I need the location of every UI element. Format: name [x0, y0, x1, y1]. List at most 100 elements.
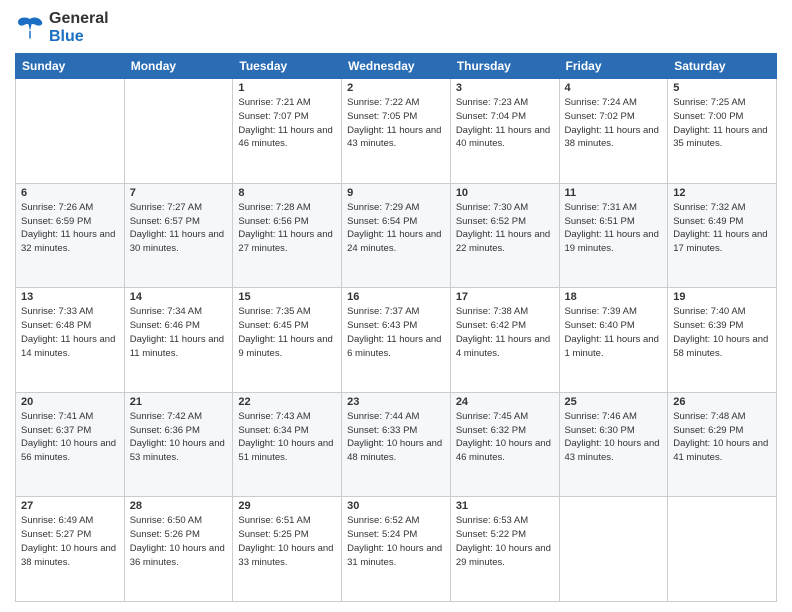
daylight-text: Daylight: 10 hours and 38 minutes. [21, 542, 119, 570]
daylight-text: Daylight: 11 hours and 32 minutes. [21, 228, 119, 256]
calendar-cell: 27 Sunrise: 6:49 AM Sunset: 5:27 PM Dayl… [16, 497, 125, 602]
day-number: 23 [347, 396, 445, 408]
logo-bird-icon [15, 13, 45, 43]
sunset-text: Sunset: 6:42 PM [456, 319, 554, 333]
calendar-cell: 8 Sunrise: 7:28 AM Sunset: 6:56 PM Dayli… [233, 183, 342, 288]
day-number: 5 [673, 82, 771, 94]
sunrise-text: Sunrise: 7:35 AM [238, 305, 336, 319]
sunrise-text: Sunrise: 7:48 AM [673, 410, 771, 424]
sunset-text: Sunset: 7:00 PM [673, 110, 771, 124]
day-info: Sunrise: 7:42 AM Sunset: 6:36 PM Dayligh… [130, 410, 228, 465]
day-number: 16 [347, 291, 445, 303]
day-number: 1 [238, 82, 336, 94]
day-info: Sunrise: 7:45 AM Sunset: 6:32 PM Dayligh… [456, 410, 554, 465]
sunset-text: Sunset: 6:37 PM [21, 424, 119, 438]
sunrise-text: Sunrise: 7:46 AM [565, 410, 663, 424]
calendar-cell: 24 Sunrise: 7:45 AM Sunset: 6:32 PM Dayl… [450, 392, 559, 497]
sunrise-text: Sunrise: 7:24 AM [565, 96, 663, 110]
sunset-text: Sunset: 6:30 PM [565, 424, 663, 438]
sunrise-text: Sunrise: 7:44 AM [347, 410, 445, 424]
day-number: 8 [238, 187, 336, 199]
sunset-text: Sunset: 6:40 PM [565, 319, 663, 333]
day-info: Sunrise: 7:22 AM Sunset: 7:05 PM Dayligh… [347, 96, 445, 151]
sunset-text: Sunset: 6:43 PM [347, 319, 445, 333]
day-number: 27 [21, 500, 119, 512]
daylight-text: Daylight: 10 hours and 29 minutes. [456, 542, 554, 570]
sunset-text: Sunset: 6:57 PM [130, 215, 228, 229]
day-number: 29 [238, 500, 336, 512]
sunrise-text: Sunrise: 7:37 AM [347, 305, 445, 319]
day-info: Sunrise: 6:53 AM Sunset: 5:22 PM Dayligh… [456, 514, 554, 569]
sunset-text: Sunset: 6:56 PM [238, 215, 336, 229]
daylight-text: Daylight: 11 hours and 43 minutes. [347, 124, 445, 152]
day-number: 25 [565, 396, 663, 408]
day-number: 20 [21, 396, 119, 408]
daylight-text: Daylight: 11 hours and 24 minutes. [347, 228, 445, 256]
sunrise-text: Sunrise: 7:25 AM [673, 96, 771, 110]
daylight-text: Daylight: 11 hours and 38 minutes. [565, 124, 663, 152]
day-info: Sunrise: 7:34 AM Sunset: 6:46 PM Dayligh… [130, 305, 228, 360]
day-info: Sunrise: 7:48 AM Sunset: 6:29 PM Dayligh… [673, 410, 771, 465]
sunrise-text: Sunrise: 7:34 AM [130, 305, 228, 319]
daylight-text: Daylight: 11 hours and 17 minutes. [673, 228, 771, 256]
sunrise-text: Sunrise: 7:28 AM [238, 201, 336, 215]
day-number: 14 [130, 291, 228, 303]
day-info: Sunrise: 7:39 AM Sunset: 6:40 PM Dayligh… [565, 305, 663, 360]
day-info: Sunrise: 6:50 AM Sunset: 5:26 PM Dayligh… [130, 514, 228, 569]
day-info: Sunrise: 7:32 AM Sunset: 6:49 PM Dayligh… [673, 201, 771, 256]
day-number: 12 [673, 187, 771, 199]
calendar-cell: 11 Sunrise: 7:31 AM Sunset: 6:51 PM Dayl… [559, 183, 668, 288]
calendar-cell: 7 Sunrise: 7:27 AM Sunset: 6:57 PM Dayli… [124, 183, 233, 288]
sunrise-text: Sunrise: 7:26 AM [21, 201, 119, 215]
calendar-week-row: 27 Sunrise: 6:49 AM Sunset: 5:27 PM Dayl… [16, 497, 777, 602]
daylight-text: Daylight: 11 hours and 11 minutes. [130, 333, 228, 361]
sunset-text: Sunset: 6:36 PM [130, 424, 228, 438]
calendar-week-row: 13 Sunrise: 7:33 AM Sunset: 6:48 PM Dayl… [16, 288, 777, 393]
calendar-cell: 18 Sunrise: 7:39 AM Sunset: 6:40 PM Dayl… [559, 288, 668, 393]
daylight-text: Daylight: 10 hours and 36 minutes. [130, 542, 228, 570]
daylight-text: Daylight: 11 hours and 30 minutes. [130, 228, 228, 256]
sunset-text: Sunset: 6:46 PM [130, 319, 228, 333]
day-info: Sunrise: 7:38 AM Sunset: 6:42 PM Dayligh… [456, 305, 554, 360]
sunset-text: Sunset: 6:29 PM [673, 424, 771, 438]
weekday-header: Sunday [16, 54, 125, 79]
daylight-text: Daylight: 10 hours and 58 minutes. [673, 333, 771, 361]
day-info: Sunrise: 7:33 AM Sunset: 6:48 PM Dayligh… [21, 305, 119, 360]
day-number: 6 [21, 187, 119, 199]
calendar-cell: 23 Sunrise: 7:44 AM Sunset: 6:33 PM Dayl… [342, 392, 451, 497]
calendar-cell: 31 Sunrise: 6:53 AM Sunset: 5:22 PM Dayl… [450, 497, 559, 602]
day-info: Sunrise: 7:37 AM Sunset: 6:43 PM Dayligh… [347, 305, 445, 360]
day-number: 24 [456, 396, 554, 408]
weekday-header: Thursday [450, 54, 559, 79]
day-info: Sunrise: 6:49 AM Sunset: 5:27 PM Dayligh… [21, 514, 119, 569]
day-number: 26 [673, 396, 771, 408]
sunrise-text: Sunrise: 6:49 AM [21, 514, 119, 528]
sunrise-text: Sunrise: 7:39 AM [565, 305, 663, 319]
daylight-text: Daylight: 11 hours and 35 minutes. [673, 124, 771, 152]
daylight-text: Daylight: 11 hours and 14 minutes. [21, 333, 119, 361]
calendar-week-row: 6 Sunrise: 7:26 AM Sunset: 6:59 PM Dayli… [16, 183, 777, 288]
calendar-cell: 26 Sunrise: 7:48 AM Sunset: 6:29 PM Dayl… [668, 392, 777, 497]
sunrise-text: Sunrise: 7:38 AM [456, 305, 554, 319]
daylight-text: Daylight: 11 hours and 1 minute. [565, 333, 663, 361]
sunset-text: Sunset: 6:32 PM [456, 424, 554, 438]
calendar-cell: 2 Sunrise: 7:22 AM Sunset: 7:05 PM Dayli… [342, 79, 451, 184]
day-info: Sunrise: 7:35 AM Sunset: 6:45 PM Dayligh… [238, 305, 336, 360]
daylight-text: Daylight: 10 hours and 46 minutes. [456, 437, 554, 465]
daylight-text: Daylight: 11 hours and 4 minutes. [456, 333, 554, 361]
sunset-text: Sunset: 6:39 PM [673, 319, 771, 333]
day-info: Sunrise: 7:43 AM Sunset: 6:34 PM Dayligh… [238, 410, 336, 465]
sunset-text: Sunset: 5:24 PM [347, 528, 445, 542]
sunrise-text: Sunrise: 6:52 AM [347, 514, 445, 528]
calendar-cell: 12 Sunrise: 7:32 AM Sunset: 6:49 PM Dayl… [668, 183, 777, 288]
day-number: 28 [130, 500, 228, 512]
sunrise-text: Sunrise: 7:41 AM [21, 410, 119, 424]
sunset-text: Sunset: 6:59 PM [21, 215, 119, 229]
day-info: Sunrise: 7:21 AM Sunset: 7:07 PM Dayligh… [238, 96, 336, 151]
calendar-cell: 13 Sunrise: 7:33 AM Sunset: 6:48 PM Dayl… [16, 288, 125, 393]
sunrise-text: Sunrise: 7:45 AM [456, 410, 554, 424]
calendar-cell: 25 Sunrise: 7:46 AM Sunset: 6:30 PM Dayl… [559, 392, 668, 497]
sunrise-text: Sunrise: 7:33 AM [21, 305, 119, 319]
daylight-text: Daylight: 11 hours and 19 minutes. [565, 228, 663, 256]
sunset-text: Sunset: 6:34 PM [238, 424, 336, 438]
